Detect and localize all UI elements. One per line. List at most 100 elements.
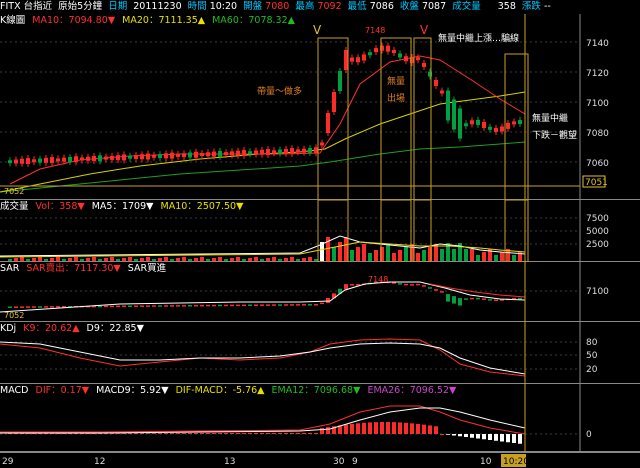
annotation-exit: 出場 xyxy=(387,92,405,104)
macd-bar xyxy=(254,433,258,434)
volume-bar xyxy=(26,259,30,261)
sar-candle xyxy=(494,299,498,302)
candle-body xyxy=(296,149,300,153)
macd-bar xyxy=(194,433,198,434)
macd-bar xyxy=(146,433,150,434)
sar-candle xyxy=(446,294,450,302)
open-value: 7080 xyxy=(265,1,290,12)
volume-bar xyxy=(194,258,198,261)
candle-body xyxy=(272,150,276,154)
date-axis: 29 12 13 30 9 10 10:20 xyxy=(0,452,640,468)
volume-bar xyxy=(284,258,288,261)
macd-bar xyxy=(164,433,168,434)
chart-type-label: 日期 xyxy=(108,1,128,12)
macd-bar xyxy=(464,434,468,437)
volume-bar xyxy=(314,259,318,261)
sar-candle xyxy=(476,297,480,300)
peak-price-label: 7148 xyxy=(365,26,385,35)
candle-body xyxy=(260,149,264,155)
sar-candle xyxy=(458,298,462,306)
sar-candle xyxy=(302,304,306,306)
candle-body xyxy=(152,154,156,158)
candle-body xyxy=(392,50,396,54)
sar-candle xyxy=(110,305,114,308)
volume-bar xyxy=(290,257,294,261)
macd-bar xyxy=(368,422,372,434)
volume-bar xyxy=(296,259,300,261)
volume-bar xyxy=(368,253,372,261)
volume-bar xyxy=(338,242,342,261)
date-axis-label: 10 xyxy=(480,457,492,467)
candle-body xyxy=(188,152,192,158)
volume-bar xyxy=(104,258,108,261)
macd-bar xyxy=(344,424,348,434)
change-label: 漲跌 xyxy=(521,1,541,12)
candle-body xyxy=(128,155,132,159)
macd-panel[interactable]: 0 MACD DIF：0.17▼ MACD9：5.92▼ DIF-MACD：-5… xyxy=(0,384,640,452)
volume-bar xyxy=(44,259,48,261)
volume-bar xyxy=(464,249,468,261)
sar-candle xyxy=(212,304,216,307)
date-axis-label: 12 xyxy=(94,457,105,467)
candle-body xyxy=(512,121,516,125)
sar-candle xyxy=(128,305,132,308)
sar-title: SAR xyxy=(0,263,20,274)
macd-bar xyxy=(494,434,498,441)
kline-chart: 7140 7120 7100 7080 7060 7051 7052 7148 … xyxy=(0,14,640,200)
kd-panel[interactable]: 80 50 20 KDj K9：20.62▲ D9：22.85▼ xyxy=(0,322,640,384)
volume-bar xyxy=(482,252,486,261)
interval-label[interactable]: 原始5分鐘 xyxy=(58,1,102,12)
candle-body xyxy=(32,159,36,163)
candle-body xyxy=(218,150,222,157)
volume-header: 成交量 Vol：358▼ MA5：1709▼ MA10：2507.50▼ xyxy=(0,200,247,213)
candle-body xyxy=(194,151,198,158)
macd-bar xyxy=(278,433,282,434)
sar-panel[interactable]: 7100 7148 7052 SAR SAR賣出：7117.30▼ SAR買進 xyxy=(0,262,640,322)
sar-candle xyxy=(290,304,294,306)
low-value: 7086 xyxy=(369,1,394,12)
sar-candle xyxy=(452,296,456,304)
k-line xyxy=(0,338,526,377)
candle-body xyxy=(236,150,240,156)
candle-body xyxy=(170,152,174,159)
candle-body xyxy=(338,71,342,91)
volume-axis-label: 5000 xyxy=(586,227,609,237)
d9-value: D9：22.85▼ xyxy=(86,323,144,334)
macd-bar xyxy=(440,434,444,435)
volume-bar xyxy=(362,244,366,261)
candle-body xyxy=(314,147,318,154)
volume-bar xyxy=(134,259,138,261)
sar-candle xyxy=(200,304,204,307)
candle-body xyxy=(158,154,162,159)
sar-candle xyxy=(50,306,54,308)
candle-body xyxy=(98,155,102,162)
sar-candle xyxy=(254,304,258,306)
macd-title: MACD xyxy=(0,385,29,396)
sar-candle xyxy=(170,305,174,307)
sar-low-label: 7052 xyxy=(4,311,24,320)
volume-bar xyxy=(122,258,126,261)
sar-candle xyxy=(272,304,276,306)
sar-candle xyxy=(488,299,492,301)
candle-body xyxy=(350,57,354,62)
close-value: 7087 xyxy=(421,1,447,12)
candle-body xyxy=(86,156,90,161)
volume-bar xyxy=(248,258,252,261)
sar-candle xyxy=(218,304,222,307)
kline-panel[interactable]: 7140 7120 7100 7080 7060 7051 7052 7148 … xyxy=(0,14,640,200)
candle-body xyxy=(488,126,492,130)
macd-bar xyxy=(326,427,330,434)
ma60-value: MA60：7078.32▲ xyxy=(212,15,295,26)
candle-body xyxy=(464,123,468,127)
sar-candle xyxy=(98,305,102,308)
date-axis-cursor-label: 10:20 xyxy=(503,457,529,467)
macd-bar xyxy=(422,424,426,434)
sar-candle xyxy=(398,283,402,285)
symbol-label[interactable]: FITX 台指近 xyxy=(0,1,52,12)
volume-bar xyxy=(344,237,348,261)
volume-panel[interactable]: 7500 5000 2500 成交量 Vol：358▼ MA5：1709▼ MA… xyxy=(0,200,640,262)
macd-bar xyxy=(182,433,186,434)
candle-body xyxy=(74,156,78,163)
macd-bar xyxy=(518,434,522,444)
volume-bar xyxy=(470,249,474,261)
